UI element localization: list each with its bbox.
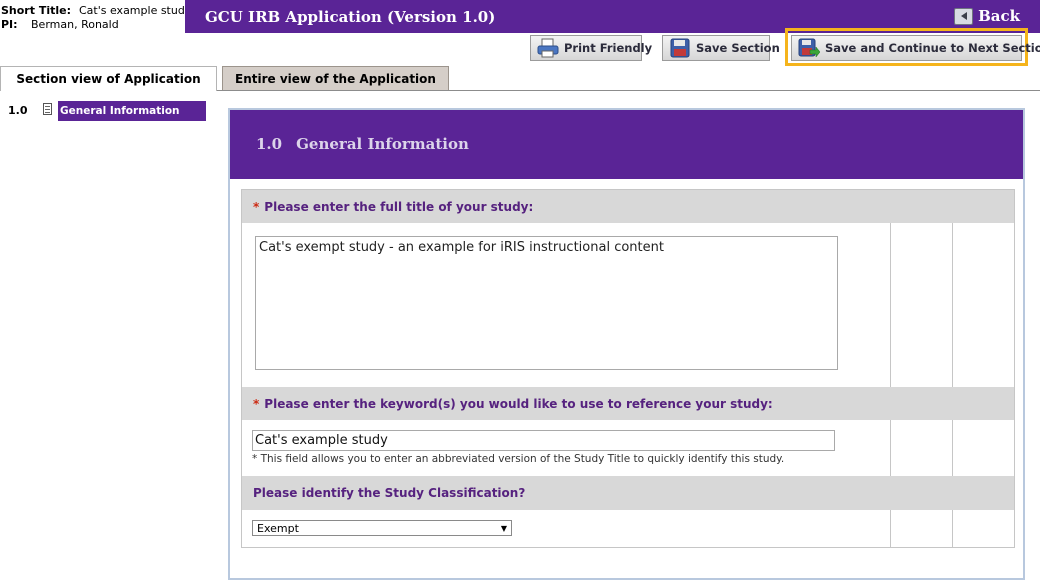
question-keywords-label: * Please enter the keyword(s) you would … [242, 387, 1014, 420]
classification-selected-value: Exempt [257, 521, 299, 535]
required-marker: * [253, 199, 260, 214]
column-divider [890, 510, 891, 547]
nav-section-number: 1.0 [8, 104, 28, 117]
question-classification-label: Please identify the Study Classification… [242, 476, 1014, 510]
back-button[interactable]: Back [954, 7, 1020, 25]
study-title-field[interactable]: Cat's exempt study - an example for iRIS… [255, 236, 838, 370]
pi-value: Berman, Ronald [31, 18, 119, 31]
short-title-value: Cat's example study [79, 4, 192, 17]
back-arrow-icon [954, 7, 974, 25]
save-section-button[interactable]: Save Section [662, 35, 780, 61]
question-text: Please identify the Study Classification… [253, 486, 526, 500]
nav-item-general-information[interactable]: General Information [58, 101, 206, 121]
keywords-field[interactable] [252, 430, 835, 451]
save-section-label: Save Section [696, 41, 780, 55]
study-info: Short Title: Cat's example study PI: Berma… [1, 4, 191, 32]
document-icon [43, 103, 52, 115]
short-title-label: Short Title: [1, 4, 71, 17]
column-divider [952, 510, 953, 547]
question-title-label: * Please enter the full title of your st… [242, 190, 1014, 223]
column-divider [890, 223, 891, 387]
section-header: 1.0 General Information [230, 110, 1023, 179]
print-friendly-label: Print Friendly [564, 41, 653, 55]
save-and-continue-label: Save and Continue to Next Section [825, 41, 1040, 55]
back-label: Back [978, 7, 1020, 25]
question-keywords-cell: * This field allows you to enter an abbr… [242, 420, 1014, 476]
column-divider [890, 420, 891, 476]
floppy-disk-icon [669, 38, 691, 58]
classification-select[interactable]: Exempt ▼ [252, 520, 512, 536]
question-title-cell: Cat's exempt study - an example for iRIS… [242, 223, 1014, 387]
section-title: General Information [296, 135, 469, 153]
save-and-continue-button[interactable]: Save and Continue to Next Section [791, 35, 1040, 61]
chevron-down-icon: ▼ [500, 523, 507, 533]
section-panel: 1.0 General Information * Please enter th… [228, 108, 1025, 580]
short-title-row: Short Title: Cat's example study [1, 4, 191, 18]
question-grid: * Please enter the full title of your st… [241, 189, 1015, 548]
question-text: Please enter the keyword(s) you would li… [264, 396, 773, 411]
tab-entire-view[interactable]: Entire view of the Application [222, 66, 449, 91]
pi-row: PI: Berman, Ronald [1, 18, 191, 32]
tab-section-view[interactable]: Section view of Application [0, 66, 217, 91]
column-divider [952, 420, 953, 476]
question-classification-cell: Exempt ▼ [242, 510, 1014, 547]
question-text: Please enter the full title of your stud… [264, 199, 534, 214]
column-divider [952, 223, 953, 387]
app-title: GCU IRB Application (Version 1.0) [205, 8, 496, 26]
required-marker: * [253, 396, 260, 411]
section-number: 1.0 [256, 135, 283, 153]
print-friendly-button[interactable]: Print Friendly [530, 35, 652, 61]
printer-icon [537, 38, 559, 58]
save-next-icon [798, 38, 821, 58]
pi-label: PI: [1, 18, 18, 31]
keywords-help-text: * This field allows you to enter an abbr… [252, 453, 785, 465]
